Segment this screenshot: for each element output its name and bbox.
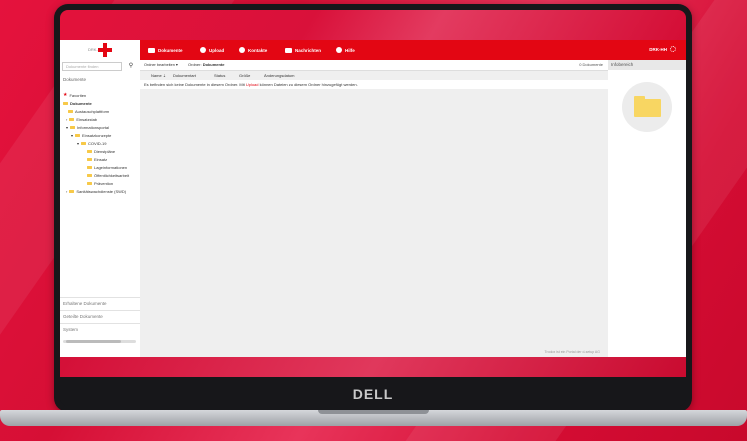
breadcrumb: Ordner: Dokumente [188, 62, 225, 67]
folder-icon [75, 133, 81, 138]
tree-item[interactable]: Austauschplattform [68, 109, 109, 114]
column-modified[interactable]: Änderungsdatum [264, 73, 294, 78]
horizontal-scrollbar[interactable] [63, 340, 136, 343]
table-header: Name ⇣ Dokumentart Status Größe Änderung… [140, 71, 608, 79]
tree-item[interactable]: Einsatz [87, 157, 107, 162]
nav-documents[interactable]: Dokumente [148, 46, 183, 54]
nav-messages[interactable]: Nachrichten [285, 46, 321, 54]
received-documents-link[interactable]: Erhaltene Dokumente [60, 297, 140, 309]
column-status[interactable]: Status [214, 73, 225, 78]
collapse-icon[interactable]: ▾ [77, 141, 79, 146]
logo[interactable]: DRK-PLT [60, 40, 140, 60]
empty-folder-message: Es befinden sich keine Dokumente in dies… [140, 80, 608, 89]
info-panel: Infobereich [608, 60, 686, 357]
laptop-screen: DRK-PLT Dokumente Upload Kontakte Nachri… [60, 10, 686, 406]
tree-item[interactable]: Öffentlichkeitsarbeit [87, 173, 129, 178]
tree-item[interactable]: Lageinformationen [87, 165, 127, 170]
search-icon[interactable]: ⚲ [126, 62, 136, 71]
toolbar: Ordner bearbeiten ▾ Ordner: Dokumente 0 … [140, 60, 608, 71]
upload-link[interactable]: Upload [246, 82, 259, 87]
system-link[interactable]: System [60, 323, 140, 335]
tree-item[interactable]: › Einsatzstab [66, 117, 97, 122]
footer-note: Trodox ist ein Portal der d-setup AG [544, 350, 600, 354]
tree-item[interactable]: › Sanitätswachdienste (SWD) [66, 189, 126, 194]
expand-icon[interactable]: › [66, 117, 67, 122]
upload-icon [200, 47, 206, 53]
tree-item[interactable]: Prävention [87, 181, 113, 186]
collapse-icon[interactable]: ▾ [66, 125, 68, 130]
tree-item[interactable]: ▾ COVID-19 [77, 141, 106, 146]
document-count: 0 Dokumente [579, 62, 603, 67]
folder-icon [69, 189, 75, 194]
scrollbar-thumb[interactable] [66, 340, 121, 343]
column-size[interactable]: Größe [239, 73, 250, 78]
nav-help[interactable]: Hilfe [336, 46, 355, 54]
search-input[interactable]: Dokumente finden [62, 62, 122, 71]
top-navigation: Dokumente Upload Kontakte Nachrichten Hi… [140, 40, 686, 60]
screen-top-band [60, 10, 686, 40]
folder-icon [63, 101, 68, 106]
bezel: DELL [60, 377, 686, 406]
column-name[interactable]: Name ⇣ [151, 73, 166, 78]
collapse-icon[interactable]: ▾ [71, 133, 73, 138]
expand-icon[interactable]: › [66, 189, 67, 194]
folder-icon [81, 141, 87, 146]
folder-icon [87, 173, 92, 178]
nav-contacts[interactable]: Kontakte [239, 46, 267, 54]
section-title: Dokumente [63, 77, 87, 82]
favorites-item[interactable]: ★ Favoriten [63, 92, 86, 98]
dell-logo: DELL [352, 386, 394, 402]
folder-icon [634, 96, 661, 117]
folder-icon [87, 181, 92, 186]
user-menu[interactable]: DRK-HH [649, 46, 676, 52]
screen-bottom-band [60, 357, 686, 377]
tree-item[interactable]: Dokumente [63, 101, 92, 106]
edit-folder-button[interactable]: Ordner bearbeiten ▾ [144, 62, 178, 67]
main-content: Ordner bearbeiten ▾ Ordner: Dokumente 0 … [140, 60, 608, 357]
tree-item[interactable]: Dienstpläne [87, 149, 115, 154]
folder-icon [87, 149, 92, 154]
folder-preview [622, 82, 672, 132]
folder-icon [87, 157, 92, 162]
shared-documents-link[interactable]: Geteilte Dokumente [60, 310, 140, 322]
contacts-icon [239, 47, 245, 53]
column-type[interactable]: Dokumentart [173, 73, 196, 78]
star-icon: ★ [63, 92, 68, 98]
folder-icon [68, 109, 73, 114]
sidebar: Dokumente finden ⚲ Dokumente ★ Favoriten … [60, 60, 141, 357]
gear-icon[interactable] [670, 46, 676, 52]
mail-icon [285, 47, 292, 53]
app-window: DRK-PLT Dokumente Upload Kontakte Nachri… [60, 40, 686, 357]
folder-icon [70, 125, 76, 130]
laptop-notch [318, 410, 429, 414]
info-panel-title: Infobereich [608, 60, 686, 70]
folder-icon [69, 117, 75, 122]
folder-icon [87, 165, 92, 170]
help-icon [336, 47, 342, 53]
tree-item[interactable]: ▾ Einsatzkonzepte [71, 133, 111, 138]
folder-icon [148, 47, 155, 53]
tree-item[interactable]: ▾ Informationsportal [66, 125, 109, 130]
nav-upload[interactable]: Upload [200, 46, 224, 54]
red-cross-icon [98, 43, 112, 57]
laptop-lid: DRK-PLT Dokumente Upload Kontakte Nachri… [54, 4, 692, 412]
